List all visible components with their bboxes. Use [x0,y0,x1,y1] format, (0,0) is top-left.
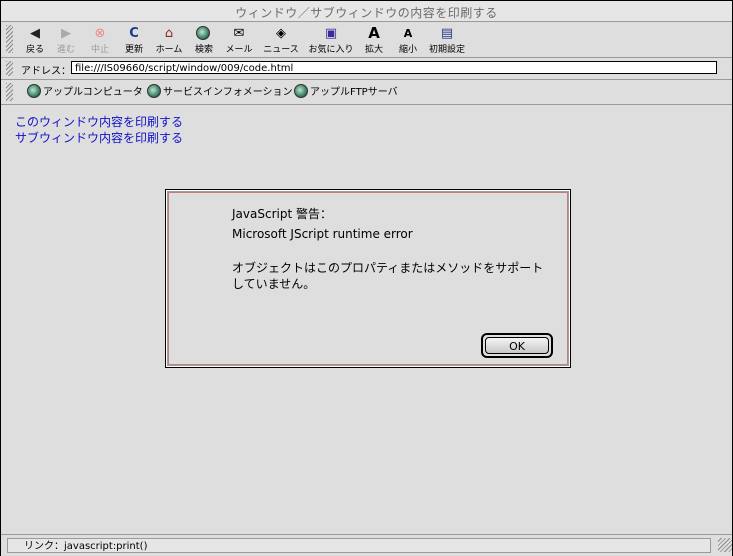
address-label: アドレス： [21,66,71,77]
status-text: リンク：javascript:print() [7,538,711,553]
toolbar: ◀ 戻る ▶ 進む ⊗ 中止 C 更新 ⌂ ホーム 検索 ✉ メール ◈ ニュー… [1,22,732,58]
favorite-link-apple-ftp-server[interactable]: アップルFTPサーバ [294,84,398,100]
address-input[interactable]: file:///IS09660/script/window/009/code.h… [71,61,717,74]
forward-button[interactable]: ▶ 進む [53,24,79,56]
stop-button[interactable]: ⊗ 中止 [87,24,113,56]
dialog-error-text: Microsoft JScript runtime error [232,227,413,241]
dialog-title: JavaScript 警告： [232,207,332,221]
search-globe-icon [195,25,213,42]
search-button[interactable]: 検索 [191,24,217,56]
news-button[interactable]: ◈ ニュース [262,24,300,56]
address-bar: アドレス： file:///IS09660/script/window/009/… [1,58,732,80]
globe-icon [27,84,41,98]
text-smaller-icon: A [403,27,413,40]
back-button[interactable]: ◀ 戻る [23,24,47,56]
title-bar[interactable]: ウィンドウ／サブウィンドウの内容を印刷する [1,1,732,22]
window-title: ウィンドウ／サブウィンドウの内容を印刷する [235,6,498,20]
back-arrow-icon: ◀ [30,26,40,41]
print-subwindow-link[interactable]: サブウィンドウ内容を印刷する [15,129,183,146]
globe-icon [147,84,161,98]
home-button[interactable]: ⌂ ホーム [153,24,185,56]
favorites-bar-grip[interactable] [6,83,13,101]
news-icon: ◈ [276,26,286,41]
forward-arrow-icon: ▶ [61,26,71,41]
browser-window: ウィンドウ／サブウィンドウの内容を印刷する ◀ 戻る ▶ 進む ⊗ 中止 C 更… [0,0,733,556]
home-icon: ⌂ [164,26,174,41]
stop-icon: ⊗ [94,26,106,41]
address-bar-grip[interactable] [6,61,13,76]
favorites-button[interactable]: ▣ お気に入り [307,24,355,56]
toolbar-grip[interactable] [6,25,13,53]
favorite-link-service-information[interactable]: サービスインフォメーション [147,84,293,100]
zoom-in-button[interactable]: A 拡大 [362,24,386,56]
favorites-bar: アップルコンピュータ サービスインフォメーション アップルFTPサーバ [1,80,732,105]
preferences-button[interactable]: ▤ 初期設定 [427,24,467,56]
resize-handle[interactable] [718,538,732,552]
favorite-link-apple-computer[interactable]: アップルコンピュータ [27,84,143,100]
dialog-message-line2: していません。 [232,277,316,291]
ok-button[interactable]: OK [485,337,549,354]
ok-button-frame: OK [481,333,553,358]
print-window-link[interactable]: このウィンドウ内容を印刷する [15,113,183,130]
mail-icon: ✉ [233,26,245,41]
text-larger-icon: A [368,24,380,42]
dialog-message-line1: オブジェクトはこのプロパティまたはメソッドをサポート [232,261,544,275]
globe-icon [294,84,308,98]
favorites-folder-icon: ▣ [324,26,338,41]
mail-button[interactable]: ✉ メール [223,24,255,56]
preferences-icon: ▤ [440,26,454,41]
javascript-alert-dialog: JavaScript 警告： Microsoft JScript runtime… [165,189,571,368]
zoom-out-button[interactable]: A 縮小 [396,24,420,56]
refresh-button[interactable]: C 更新 [121,24,147,56]
status-bar: リンク：javascript:print() [1,534,732,556]
refresh-icon: C [129,26,139,41]
